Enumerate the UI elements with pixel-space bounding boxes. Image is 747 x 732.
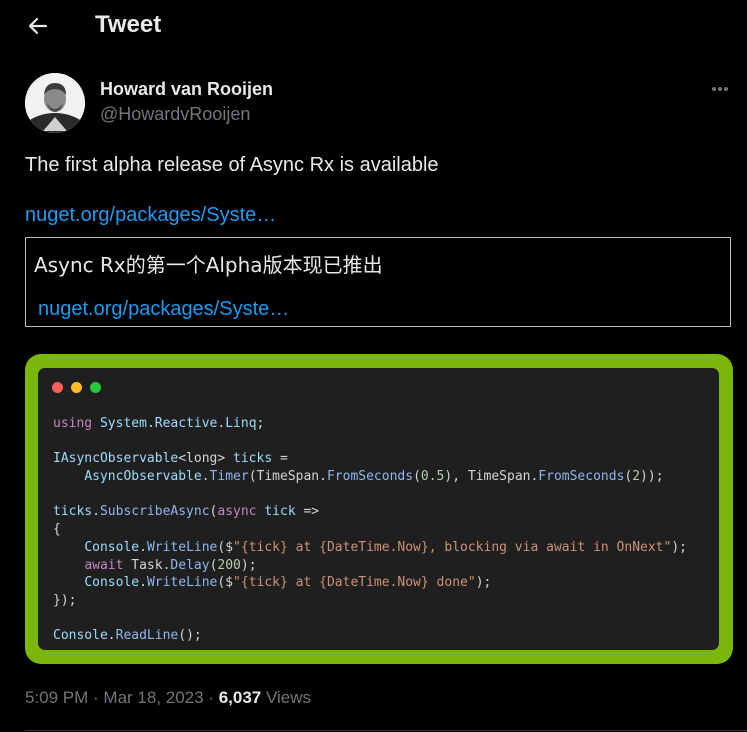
code-line: IAsyncObservable<long> ticks = [53,451,288,467]
code-block: using System.Reactive.Linq; IAsyncObserv… [53,415,687,645]
translation-box: Async Rx的第一个Alpha版本现已推出 nuget.org/packag… [25,237,731,327]
code-line: Console.ReadLine(); [53,628,202,644]
page-title: Tweet [95,11,162,38]
tweet-time[interactable]: 5:09 PM [25,688,88,707]
meta-separator: · [88,688,104,707]
tweet-link[interactable]: nuget.org/packages/Syste… [25,204,276,227]
back-arrow-icon [28,17,48,35]
avatar-image [25,73,85,133]
avatar[interactable] [25,73,85,133]
code-line: }); [53,592,77,608]
back-button[interactable] [24,12,52,40]
code-line: await Task.Delay(200); [84,557,257,573]
window-close-dot [52,382,63,393]
tweet-meta: 5:09 PM · Mar 18, 2023 · 6,037 Views [25,688,311,708]
author-name[interactable]: Howard van Rooijen [100,79,273,100]
views-count: 6,037 [218,688,262,707]
window-minimize-dot [71,382,82,393]
window-maximize-dot [90,382,101,393]
meta-separator: · [203,688,219,707]
code-line: ticks.SubscribeAsync(async tick => [53,504,320,520]
divider [25,730,747,731]
code-line: Console.WriteLine($"{tick} at {DateTime.… [84,575,492,591]
translation-link[interactable]: nuget.org/packages/Syste… [38,298,289,321]
more-options-icon [712,87,716,91]
translation-text: Async Rx的第一个Alpha版本现已推出 [34,253,383,277]
code-line: { [53,522,61,538]
tweet-date[interactable]: Mar 18, 2023 [103,688,203,707]
code-line: using System.Reactive.Linq; [53,416,265,431]
tweet-text: The first alpha release of Async Rx is a… [25,154,439,176]
more-options-button[interactable] [709,80,731,98]
code-window: using System.Reactive.Linq; IAsyncObserv… [38,368,719,650]
code-line: AsyncObservable.Timer(TimeSpan.FromSecon… [84,469,664,485]
code-line: Console.WriteLine($"{tick} at {DateTime.… [84,539,687,555]
views-label: Views [261,688,312,707]
author-handle[interactable]: @HowardvRooijen [100,104,250,125]
header: Tweet [0,0,747,52]
tweet-media-image[interactable]: using System.Reactive.Linq; IAsyncObserv… [25,354,733,664]
